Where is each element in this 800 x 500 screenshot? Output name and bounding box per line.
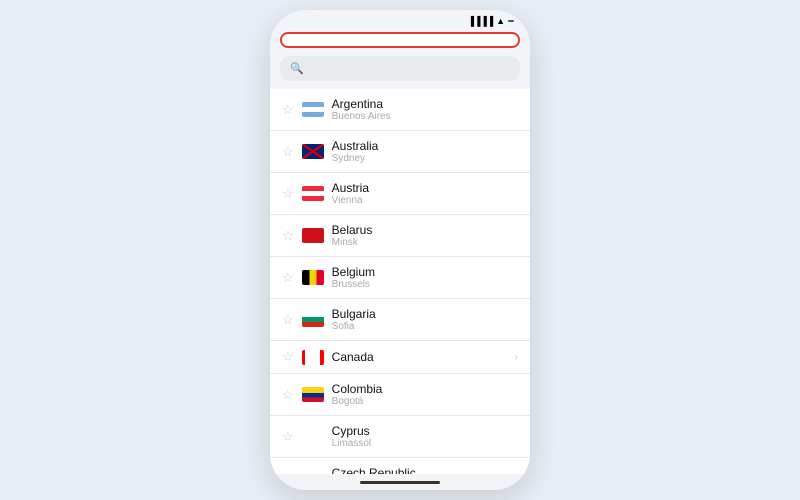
- country-city: Sofia: [332, 321, 518, 332]
- chevron-icon: ›: [515, 352, 518, 363]
- country-info: Colombia Bogotá: [332, 382, 518, 407]
- country-city: Brussels: [332, 279, 518, 290]
- favorite-icon[interactable]: ☆: [282, 186, 294, 202]
- country-info: Cyprus Limassol: [332, 424, 518, 449]
- country-info: Belarus Minsk: [332, 223, 518, 248]
- phone-frame: ▐▐▐▐ ▲ 🔍 ☆ Argentina Buenos Aires ☆ Aust…: [270, 10, 530, 490]
- flag-cy: [302, 429, 324, 444]
- favorite-icon[interactable]: ☆: [282, 312, 294, 328]
- wifi-icon: ▲: [496, 16, 505, 26]
- flag-co: [302, 387, 324, 402]
- country-info: Austria Vienna: [332, 181, 518, 206]
- flag-by: [302, 228, 324, 243]
- flag-ca: [302, 350, 324, 365]
- nav-bar: [280, 32, 520, 48]
- list-item[interactable]: ☆ Czech Republic Prague: [270, 458, 530, 474]
- favorite-icon[interactable]: ☆: [282, 387, 294, 403]
- favorite-icon[interactable]: ☆: [282, 270, 294, 286]
- country-city: Vienna: [332, 195, 518, 206]
- country-name: Bulgaria: [332, 307, 518, 321]
- favorite-icon[interactable]: ☆: [282, 102, 294, 118]
- list-item[interactable]: ☆ Belgium Brussels: [270, 257, 530, 299]
- locations-list: ☆ Argentina Buenos Aires ☆ Australia Syd…: [270, 89, 530, 474]
- list-item[interactable]: ☆ Argentina Buenos Aires: [270, 89, 530, 131]
- country-info: Czech Republic Prague: [332, 466, 518, 474]
- country-name: Australia: [332, 139, 518, 153]
- flag-ar: [302, 102, 324, 117]
- battery-badge: [508, 20, 514, 22]
- country-info: Belgium Brussels: [332, 265, 518, 290]
- flag-au: [302, 144, 324, 159]
- country-name: Colombia: [332, 382, 518, 396]
- country-name: Czech Republic: [332, 466, 518, 474]
- flag-be: [302, 270, 324, 285]
- country-name: Belarus: [332, 223, 518, 237]
- country-city: Buenos Aires: [332, 111, 518, 122]
- country-name: Belgium: [332, 265, 518, 279]
- flag-cz: [302, 471, 324, 474]
- search-icon: 🔍: [290, 62, 304, 75]
- country-name: Argentina: [332, 97, 518, 111]
- list-item[interactable]: ☆ Austria Vienna: [270, 173, 530, 215]
- search-bar[interactable]: 🔍: [280, 56, 520, 81]
- bottom-bar: [270, 474, 530, 490]
- country-city: Minsk: [332, 237, 518, 248]
- list-item[interactable]: ☆ Colombia Bogotá: [270, 374, 530, 416]
- status-bar: ▐▐▐▐ ▲: [270, 10, 530, 28]
- flag-at: [302, 186, 324, 201]
- flag-bg: [302, 312, 324, 327]
- country-city: Limassol: [332, 438, 518, 449]
- list-item[interactable]: ☆ Canada ›: [270, 341, 530, 374]
- status-icons: ▐▐▐▐ ▲: [468, 16, 514, 26]
- country-name: Canada: [332, 350, 511, 364]
- home-indicator: [360, 481, 440, 484]
- country-info: Argentina Buenos Aires: [332, 97, 518, 122]
- favorite-icon[interactable]: ☆: [282, 349, 294, 365]
- country-name: Cyprus: [332, 424, 518, 438]
- favorite-icon[interactable]: ☆: [282, 228, 294, 244]
- country-city: Sydney: [332, 153, 518, 164]
- favorite-icon[interactable]: ☆: [282, 429, 294, 445]
- country-name: Austria: [332, 181, 518, 195]
- signal-icon: ▐▐▐▐: [468, 16, 494, 26]
- list-item[interactable]: ☆ Australia Sydney: [270, 131, 530, 173]
- country-info: Australia Sydney: [332, 139, 518, 164]
- list-item[interactable]: ☆ Cyprus Limassol: [270, 416, 530, 458]
- country-city: Bogotá: [332, 396, 518, 407]
- country-info: Canada: [332, 350, 511, 364]
- country-info: Bulgaria Sofia: [332, 307, 518, 332]
- favorite-icon[interactable]: ☆: [282, 144, 294, 160]
- list-item[interactable]: ☆ Bulgaria Sofia: [270, 299, 530, 341]
- list-item[interactable]: ☆ Belarus Minsk: [270, 215, 530, 257]
